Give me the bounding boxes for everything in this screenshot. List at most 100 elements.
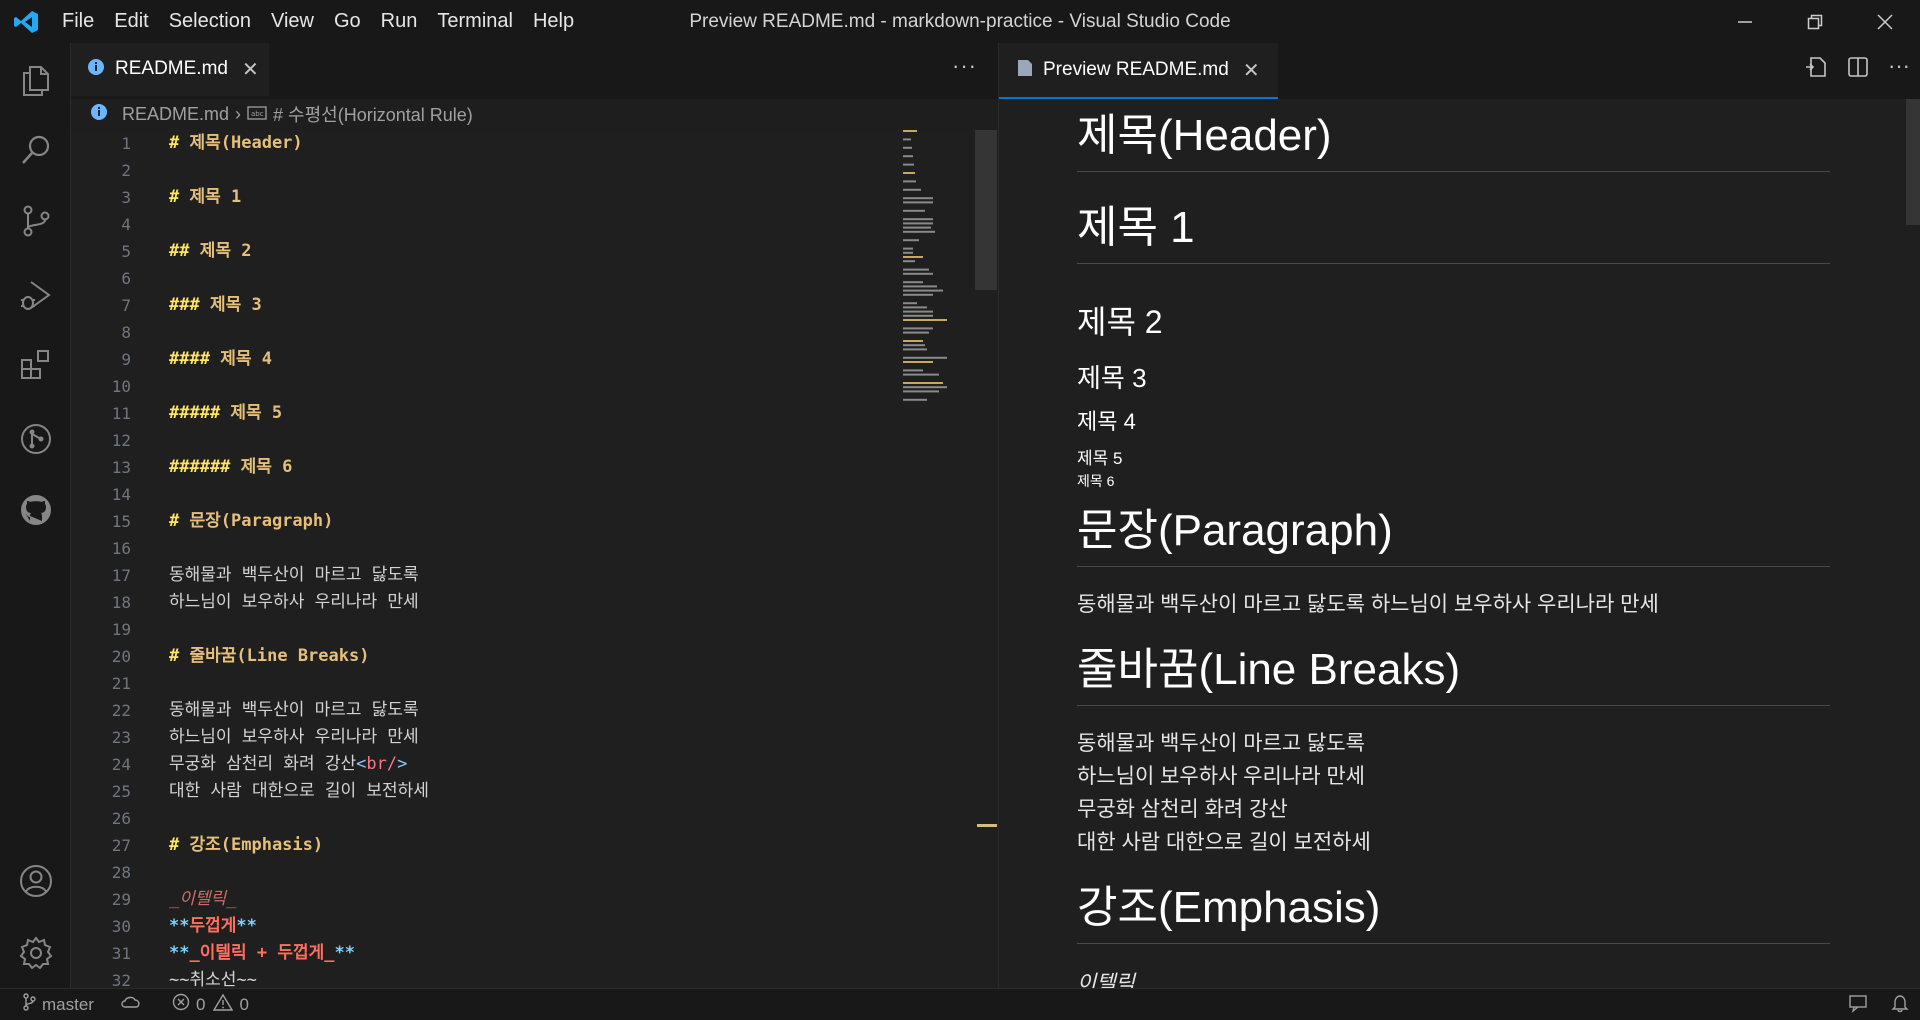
minimap-line <box>903 218 933 221</box>
code-line[interactable]: 19 <box>71 616 901 643</box>
breadcrumb-symbol[interactable]: # 수평선(Horizontal Rule) <box>273 101 473 127</box>
line-number: 20 <box>111 647 131 666</box>
preview-h5: 제목 5 <box>1077 449 1123 468</box>
line-content: # 문장(Paragraph) <box>169 508 333 535</box>
code-line[interactable]: 13 ###### 제목 6 <box>71 454 901 481</box>
info-icon <box>90 103 108 126</box>
chevron-right-icon: › <box>235 103 242 124</box>
code-line[interactable]: 28 <box>71 859 901 886</box>
code-line[interactable]: 10 <box>71 373 901 400</box>
menu-run[interactable]: Run <box>371 0 428 43</box>
minimap-line <box>903 310 933 313</box>
close-icon[interactable]: ✕ <box>1243 58 1260 83</box>
problems-indicator[interactable]: 0 0 <box>172 993 249 1016</box>
account-icon[interactable] <box>0 851 71 911</box>
sync-button[interactable] <box>120 994 142 1015</box>
code-line[interactable]: 6 <box>71 265 901 292</box>
code-line[interactable]: 26 <box>71 805 901 832</box>
explorer-icon[interactable] <box>0 51 71 111</box>
line-content: ## 제목 2 <box>169 238 251 265</box>
minimap[interactable] <box>903 130 975 410</box>
minimap-line <box>903 369 923 372</box>
preview-scrollbar[interactable] <box>1906 99 1920 225</box>
code-line[interactable]: 7 ### 제목 3 <box>71 292 901 319</box>
code-line[interactable]: 15 # 문장(Paragraph) <box>71 508 901 535</box>
code-line[interactable]: 32 ~~취소선~~ <box>71 967 901 988</box>
code-line[interactable]: 4 <box>71 211 901 238</box>
tag-bracket: > <box>397 754 408 774</box>
code-line[interactable]: 30 **두껍게** <box>71 913 901 940</box>
line-number: 21 <box>111 674 131 693</box>
code-line[interactable]: 29 _이텔릭_ <box>71 886 901 913</box>
github-icon[interactable] <box>0 480 71 540</box>
source-control-icon[interactable] <box>0 191 71 251</box>
minimap-line <box>903 306 927 309</box>
more-actions-icon[interactable]: ··· <box>1888 55 1910 84</box>
code-line[interactable]: 24 무궁화 삼천리 화려 강산<br/> <box>71 751 901 778</box>
code-line[interactable]: 25 대한 사람 대한으로 길이 보전하세 <box>71 778 901 805</box>
restore-button[interactable] <box>1780 0 1850 43</box>
code-line[interactable]: 1 # 제목(Header) <box>71 130 901 157</box>
tab-preview-readme[interactable]: Preview README.md ✕ <box>999 43 1278 99</box>
code-line[interactable]: 8 <box>71 319 901 346</box>
split-editor-icon[interactable] <box>1846 55 1870 84</box>
run-debug-icon[interactable] <box>0 265 71 325</box>
minimize-button[interactable] <box>1710 0 1780 43</box>
menu-selection[interactable]: Selection <box>159 0 261 43</box>
error-count: 0 <box>195 994 206 1014</box>
code-line[interactable]: 14 <box>71 481 901 508</box>
code-line[interactable]: 9 #### 제목 4 <box>71 346 901 373</box>
code-line[interactable]: 12 <box>71 427 901 454</box>
preview-h6: 제목 6 <box>1077 473 1115 489</box>
preview-h1-emphasis: 강조(Emphasis) <box>1077 871 1830 944</box>
code-line[interactable]: 18 하느님이 보우하사 우리나라 만세 <box>71 589 901 616</box>
breadcrumb-file[interactable]: README.md <box>122 104 229 125</box>
open-source-icon[interactable] <box>1804 55 1828 84</box>
notifications-bell-icon[interactable] <box>1890 993 1910 1018</box>
code-editor[interactable]: 1 # 제목(Header) 2 3 # 제목 1 4 5 ## 제목 2 6 7 ### 제목 3… <box>71 130 998 988</box>
branch-indicator[interactable]: master <box>22 993 94 1016</box>
code-line[interactable]: 22 동해물과 백두산이 마르고 닳도록 <box>71 697 901 724</box>
extensions-icon[interactable] <box>0 335 71 395</box>
markdown-preview[interactable]: 제목(Header) 제목 1 제목 2 제목 3 제목 4 제목 5 제목 6… <box>998 99 1920 988</box>
line-number: 18 <box>111 593 131 612</box>
tab-label: README.md <box>115 58 228 79</box>
code-line[interactable]: 27 # 강조(Emphasis) <box>71 832 901 859</box>
code-line[interactable]: 2 <box>71 157 901 184</box>
heading-text: 강조(Emphasis) <box>189 835 324 855</box>
code-line[interactable]: 31 **_이텔릭 + 두껍게_** <box>71 940 901 967</box>
minimap-line <box>903 356 947 359</box>
vscode-logo-icon[interactable] <box>0 0 52 43</box>
code-line[interactable]: 16 <box>71 535 901 562</box>
editor-scrollbar[interactable] <box>975 130 997 290</box>
code-line[interactable]: 20 # 줄바꿈(Line Breaks) <box>71 643 901 670</box>
code-line[interactable]: 5 ## 제목 2 <box>71 238 901 265</box>
git-graph-icon[interactable] <box>0 409 71 469</box>
close-icon[interactable]: ✕ <box>242 57 259 82</box>
more-actions-icon[interactable]: ··· <box>952 53 977 79</box>
code-line[interactable]: 11 ##### 제목 5 <box>71 400 901 427</box>
code-line[interactable]: 23 하느님이 보우하사 우리나라 만세 <box>71 724 901 751</box>
code-line[interactable]: 21 <box>71 670 901 697</box>
minimap-line <box>903 247 913 250</box>
status-bar: master 0 0 <box>0 988 1920 1020</box>
minimap-line <box>903 201 933 204</box>
code-line[interactable]: 17 동해물과 백두산이 마르고 닳도록 <box>71 562 901 589</box>
search-icon[interactable] <box>0 120 71 180</box>
scrollbar-marker <box>977 824 997 827</box>
menu-file[interactable]: File <box>52 0 104 43</box>
tab-readme[interactable]: README.md ✕ <box>71 43 269 96</box>
line-number: 30 <box>111 917 131 936</box>
menu-help[interactable]: Help <box>523 0 584 43</box>
menu-go[interactable]: Go <box>324 0 371 43</box>
code-line[interactable]: 3 # 제목 1 <box>71 184 901 211</box>
close-window-button[interactable] <box>1850 0 1920 43</box>
line-number: 6 <box>121 269 131 288</box>
feedback-icon[interactable] <box>1848 993 1868 1018</box>
settings-gear-icon[interactable] <box>0 923 71 983</box>
menu-edit[interactable]: Edit <box>104 0 158 43</box>
menu-terminal[interactable]: Terminal <box>427 0 523 43</box>
heading-text: 제목 3 <box>209 295 262 315</box>
menu-view[interactable]: View <box>261 0 324 43</box>
preview-tabs: Preview README.md ✕ ··· <box>998 43 1920 99</box>
